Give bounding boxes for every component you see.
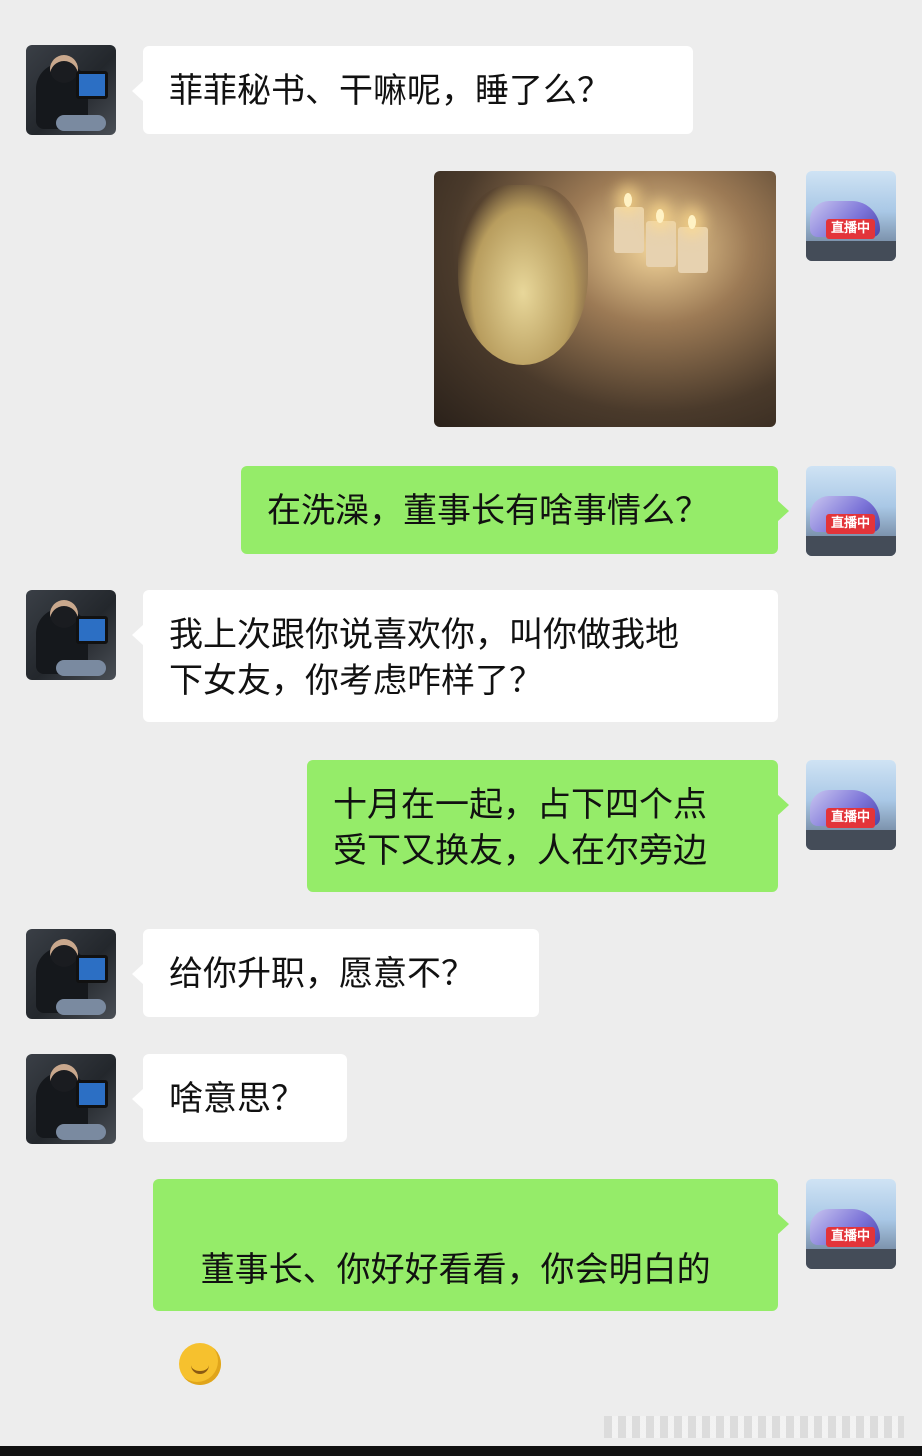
avatar-me[interactable]: 直播中 <box>806 171 896 261</box>
avatar-me[interactable]: 直播中 <box>806 466 896 556</box>
avatar-sender[interactable] <box>26 590 116 680</box>
live-badge: 直播中 <box>826 219 876 239</box>
wine-glass-icon <box>458 185 588 365</box>
smirk-emoji-icon <box>179 1342 221 1385</box>
message-text: 董事长、你好好看看，你会明白的 <box>200 1250 711 1290</box>
message-bubble-incoming[interactable]: 啥意思？ <box>132 1054 347 1142</box>
avatar-sender[interactable] <box>26 45 116 135</box>
live-badge: 直播中 <box>826 1227 876 1247</box>
message-photo[interactable] <box>434 171 776 427</box>
bottom-edge <box>0 1446 922 1456</box>
watermark <box>604 1416 904 1438</box>
message-bubble-incoming[interactable]: 给你升职，愿意不？ <box>132 929 539 1017</box>
avatar-sender[interactable] <box>26 1054 116 1144</box>
avatar-me[interactable]: 直播中 <box>806 760 896 850</box>
message-bubble-incoming[interactable]: 我上次跟你说喜欢你，叫你做我地 下女友，你考虑咋样了？ <box>132 590 778 722</box>
message-bubble-outgoing[interactable]: 董事长、你好好看看，你会明白的 <box>153 1179 789 1385</box>
live-badge: 直播中 <box>826 514 876 534</box>
message-bubble-outgoing[interactable]: 在洗澡，董事长有啥事情么？ <box>241 466 789 554</box>
message-bubble-incoming[interactable]: 菲菲秘书、干嘛呢，睡了么？ <box>132 46 693 134</box>
live-badge: 直播中 <box>826 808 876 828</box>
avatar-me[interactable]: 直播中 <box>806 1179 896 1269</box>
avatar-sender[interactable] <box>26 929 116 1019</box>
message-bubble-outgoing[interactable]: 十月在一起，占下四个点 受下又换友，人在尔旁边 <box>307 760 789 892</box>
